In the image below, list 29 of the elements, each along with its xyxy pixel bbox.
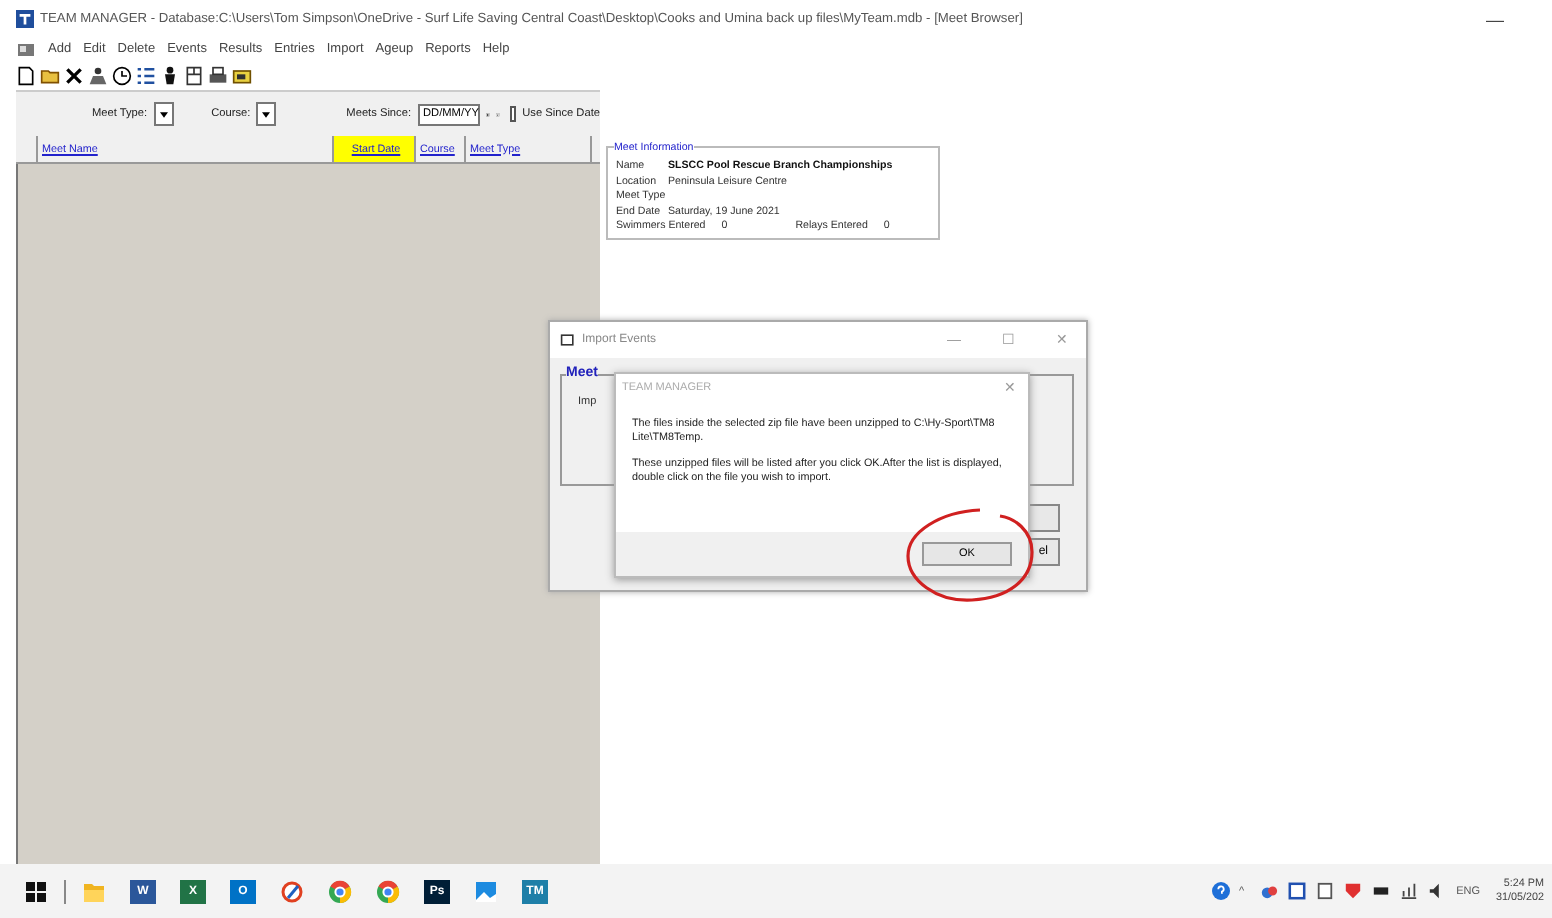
browser-icon[interactable]: [376, 879, 400, 903]
shield-icon[interactable]: [1344, 882, 1363, 900]
meet-type-dropdown[interactable]: [153, 102, 174, 126]
minimize-button[interactable]: —: [1486, 9, 1552, 29]
document-icon[interactable]: [1316, 882, 1335, 900]
open-folder-icon[interactable]: [40, 65, 60, 85]
help-icon[interactable]: [1211, 882, 1229, 900]
browser-icon[interactable]: [328, 879, 352, 903]
person-icon[interactable]: [160, 65, 180, 85]
clock-icon[interactable]: [112, 65, 132, 85]
people-icon[interactable]: [88, 65, 108, 85]
network-icon[interactable]: [1400, 882, 1419, 900]
battery-icon[interactable]: [1372, 882, 1391, 900]
cloud-icon[interactable]: [1260, 882, 1279, 900]
form-icon[interactable]: [184, 65, 204, 85]
folder-icon[interactable]: [232, 65, 252, 85]
screen-icon[interactable]: [1288, 882, 1307, 900]
new-document-icon[interactable]: [16, 65, 36, 85]
dialog-icon: [560, 332, 576, 348]
printer-icon[interactable]: [208, 65, 228, 85]
menu-app-icon[interactable]: [16, 39, 36, 59]
photos-app-icon[interactable]: [474, 879, 498, 903]
paint-app-icon[interactable]: [280, 879, 304, 903]
list-icon[interactable]: [136, 65, 156, 85]
delete-icon[interactable]: [64, 65, 84, 85]
use-since-date-checkbox[interactable]: [509, 106, 517, 122]
course-dropdown[interactable]: [256, 102, 277, 126]
app-icon: [16, 10, 34, 28]
start-icon[interactable]: [24, 879, 48, 903]
